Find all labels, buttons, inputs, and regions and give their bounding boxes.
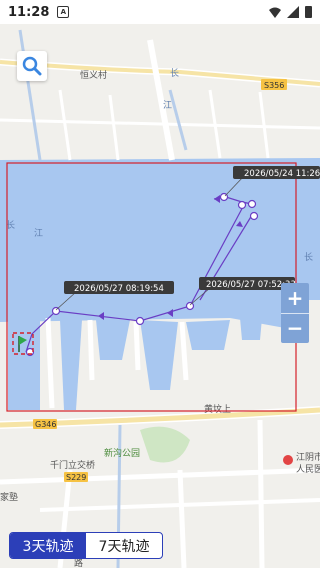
signal-icon <box>287 5 299 18</box>
map-label-jiashu: 家塾 <box>0 491 18 503</box>
map-label-qianmen: 千门立交桥 <box>50 459 95 471</box>
map-label-huanggang: 黄坟上 <box>204 403 231 415</box>
zoom-out-button[interactable]: − <box>281 314 309 344</box>
zoom-in-button[interactable]: + <box>281 283 309 313</box>
map-label-g346: G346 <box>35 420 56 429</box>
map-label-s229: S229 <box>66 473 86 482</box>
map-label-s356: S356 <box>264 81 284 90</box>
status-icons <box>269 5 312 18</box>
track-range-tabs: 3天轨迹 7天轨迹 <box>9 532 163 559</box>
map-label-top-b: 江 <box>163 100 172 111</box>
notification-icon: A <box>57 6 70 18</box>
search-button[interactable] <box>17 51 47 81</box>
zoom-divider <box>281 312 309 314</box>
map-label-hospital-b: 人民医 <box>296 464 320 475</box>
map-label-village: 恒义村 <box>80 69 107 81</box>
map-label-xingou-park: 新沟公园 <box>104 447 140 459</box>
map-label-hospital-a: 江阴市 <box>296 451 320 463</box>
tab-3-day-track[interactable]: 3天轨迹 <box>10 533 86 558</box>
search-icon <box>22 56 42 76</box>
map-label-river-c: 长 <box>304 251 313 263</box>
timestamp-label-3: 2026/05/27 08:19:54 <box>74 284 164 294</box>
status-bar: 11:28 A <box>0 0 320 24</box>
status-time: 11:28 <box>8 4 50 20</box>
zoom-control: + − <box>281 283 309 343</box>
map-label-top-a: 长 <box>170 67 179 79</box>
map-label-river-b: 江 <box>34 228 43 239</box>
timestamp-label-1: 2026/05/24 11:26: <box>244 169 320 179</box>
wifi-icon <box>269 7 281 18</box>
map-view[interactable]: 恒义村 S356 长 江 长 黄坟上 G346 新沟公园 千门立交桥 S229 … <box>0 24 320 568</box>
tab-7-day-track[interactable]: 7天轨迹 <box>86 533 162 558</box>
battery-icon <box>305 6 312 18</box>
